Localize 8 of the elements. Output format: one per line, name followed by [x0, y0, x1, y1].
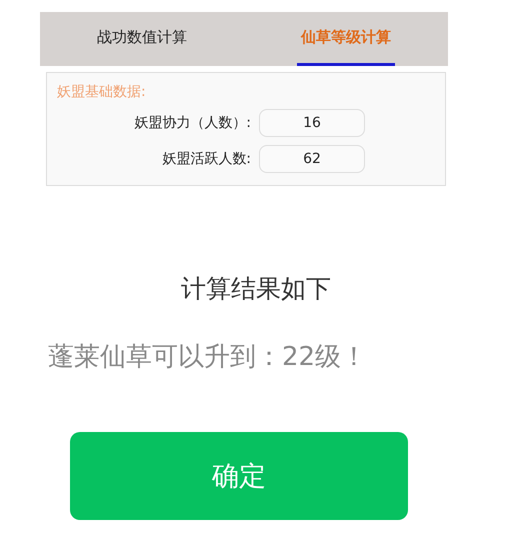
input-field[interactable]: 62 — [259, 145, 365, 173]
field-label: 妖盟协力（人数）: — [134, 114, 251, 132]
result-message: 蓬莱仙草可以升到：22级！ — [48, 341, 368, 374]
tab[interactable]: 战功数值计算 — [40, 12, 244, 66]
section-title: 妖盟基础数据: — [57, 83, 147, 101]
field-label: 妖盟活跃人数: — [162, 150, 251, 168]
result-title: 计算结果如下 — [180, 273, 332, 305]
input-field[interactable]: 16 — [259, 109, 365, 137]
